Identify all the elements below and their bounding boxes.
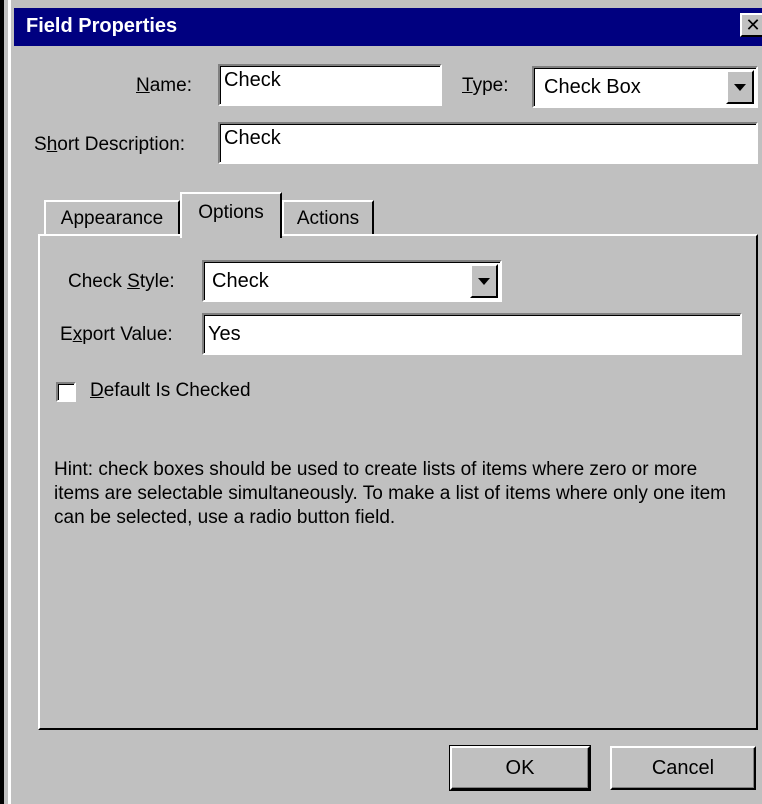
title-bar[interactable]: Field Properties ✕ xyxy=(14,8,762,46)
chevron-down-icon[interactable] xyxy=(726,70,754,104)
export-value-label: Export Value: xyxy=(60,324,173,345)
type-label: Type: xyxy=(462,75,509,96)
short-description-input[interactable]: Check xyxy=(218,122,758,164)
chevron-down-icon[interactable] xyxy=(470,264,498,298)
tab-appearance[interactable]: Appearance xyxy=(44,200,180,236)
name-label: Name: xyxy=(136,75,192,96)
check-style-value: Check xyxy=(212,270,269,292)
tab-actions[interactable]: Actions xyxy=(282,200,374,236)
window-edge xyxy=(8,0,11,804)
dialog-title: Field Properties xyxy=(26,15,178,37)
default-checked-checkbox[interactable] xyxy=(56,382,76,402)
close-button[interactable]: ✕ xyxy=(740,13,762,37)
default-checked-label[interactable]: Default Is Checked xyxy=(90,380,251,402)
close-icon: ✕ xyxy=(745,15,761,35)
check-style-select[interactable]: Check xyxy=(202,260,502,302)
options-panel xyxy=(38,234,758,730)
check-style-label: Check Style: xyxy=(68,271,175,292)
field-properties-dialog: Field Properties ✕ Name: Check Type: Che… xyxy=(0,0,762,804)
tab-options[interactable]: Options xyxy=(180,192,282,238)
type-select[interactable]: Check Box xyxy=(532,66,758,108)
short-description-label: Short Description: xyxy=(34,134,186,155)
ok-button[interactable]: OK xyxy=(449,745,591,791)
type-select-value: Check Box xyxy=(544,76,641,98)
cancel-button[interactable]: Cancel xyxy=(610,746,756,790)
name-input[interactable]: Check xyxy=(218,64,442,106)
